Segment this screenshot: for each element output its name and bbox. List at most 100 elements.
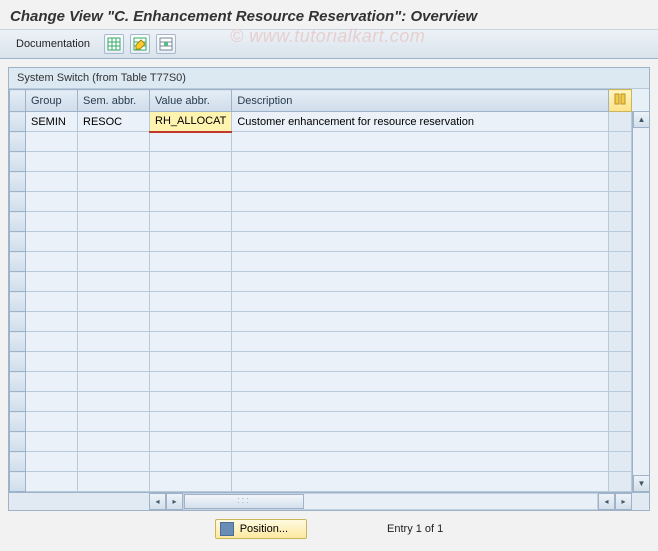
cell-group[interactable] [26,272,78,292]
cell-desc[interactable]: Customer enhancement for resource reserv… [232,112,609,132]
cell-sem[interactable] [78,272,150,292]
grid-view-icon[interactable] [104,34,124,54]
table-row[interactable] [10,232,632,252]
scroll-track[interactable] [633,128,649,475]
cell-val[interactable] [150,452,232,472]
cell-desc[interactable] [232,472,609,492]
cell-val[interactable] [150,472,232,492]
table-row[interactable] [10,372,632,392]
cell-val[interactable] [150,192,232,212]
cell-val[interactable] [150,412,232,432]
cell-sem[interactable] [78,192,150,212]
grid-edit-icon[interactable] [130,34,150,54]
cell-desc[interactable] [232,152,609,172]
table-row[interactable] [10,312,632,332]
cell-sem[interactable] [78,372,150,392]
cell-val[interactable] [150,212,232,232]
table-row[interactable] [10,392,632,412]
position-button[interactable]: Position... [215,519,307,539]
scroll-left-icon[interactable]: ▸ [166,493,183,510]
cell-desc[interactable] [232,352,609,372]
cell-group[interactable] [26,292,78,312]
cell-val[interactable] [150,152,232,172]
cell-group[interactable] [26,332,78,352]
cell-sem[interactable] [78,252,150,272]
cell-group[interactable] [26,192,78,212]
cell-sem[interactable]: RESOC [78,112,150,132]
row-selector[interactable] [10,132,26,152]
cell-group[interactable] [26,312,78,332]
table-row[interactable] [10,152,632,172]
table-row[interactable] [10,352,632,372]
cell-desc[interactable] [232,232,609,252]
cell-sem[interactable] [78,392,150,412]
cell-desc[interactable] [232,372,609,392]
cell-group[interactable] [26,132,78,152]
cell-val[interactable]: RH_ALLOCAT [150,112,232,132]
row-selector[interactable] [10,352,26,372]
table-row[interactable] [10,212,632,232]
vertical-scrollbar[interactable]: ▲ ▼ [632,111,649,492]
cell-group[interactable] [26,472,78,492]
row-selector[interactable] [10,252,26,272]
row-selector[interactable] [10,292,26,312]
cell-group[interactable] [26,212,78,232]
cell-group[interactable] [26,172,78,192]
cell-sem[interactable] [78,292,150,312]
cell-val[interactable] [150,392,232,412]
horizontal-scrollbar[interactable]: ◂ ▸ ::: ◂ ▸ [9,492,649,510]
cell-desc[interactable] [232,212,609,232]
documentation-button[interactable]: Documentation [8,36,98,52]
cell-sem[interactable] [78,232,150,252]
hscroll-track[interactable]: ::: [183,493,598,510]
table-row[interactable] [10,252,632,272]
table-row[interactable] [10,472,632,492]
cell-group[interactable] [26,452,78,472]
cell-desc[interactable] [232,132,609,152]
table-row[interactable] [10,452,632,472]
cell-desc[interactable] [232,392,609,412]
cell-group[interactable] [26,252,78,272]
row-selector[interactable] [10,452,26,472]
cell-val[interactable] [150,272,232,292]
scroll-right-icon[interactable]: ◂ [598,493,615,510]
cell-group[interactable] [26,412,78,432]
cell-val[interactable] [150,372,232,392]
cell-sem[interactable] [78,172,150,192]
cell-desc[interactable] [232,452,609,472]
table-row[interactable]: SEMINRESOCRH_ALLOCATCustomer enhancement… [10,112,632,132]
row-selector[interactable] [10,212,26,232]
cell-group[interactable] [26,432,78,452]
cell-val[interactable] [150,172,232,192]
scroll-down-icon[interactable]: ▼ [633,475,650,492]
row-selector[interactable] [10,432,26,452]
cell-desc[interactable] [232,332,609,352]
column-header-sem-abbr[interactable]: Sem. abbr. [78,90,150,112]
cell-val[interactable] [150,292,232,312]
row-selector[interactable] [10,152,26,172]
cell-group[interactable]: SEMIN [26,112,78,132]
cell-desc[interactable] [232,312,609,332]
scroll-up-icon[interactable]: ▲ [633,111,650,128]
scroll-right-end-icon[interactable]: ▸ [615,493,632,510]
table-row[interactable] [10,272,632,292]
column-header-group[interactable]: Group [26,90,78,112]
row-selector[interactable] [10,192,26,212]
cell-sem[interactable] [78,312,150,332]
cell-sem[interactable] [78,472,150,492]
grid-select-icon[interactable] [156,34,176,54]
column-header-value-abbr[interactable]: Value abbr. [150,90,232,112]
column-header-description[interactable]: Description [232,90,609,112]
cell-group[interactable] [26,372,78,392]
row-selector[interactable] [10,412,26,432]
cell-val[interactable] [150,332,232,352]
cell-val[interactable] [150,132,232,152]
cell-sem[interactable] [78,332,150,352]
cell-desc[interactable] [232,292,609,312]
row-selector[interactable] [10,312,26,332]
cell-group[interactable] [26,392,78,412]
row-selector[interactable] [10,332,26,352]
row-selector[interactable] [10,272,26,292]
cell-desc[interactable] [232,172,609,192]
cell-group[interactable] [26,352,78,372]
